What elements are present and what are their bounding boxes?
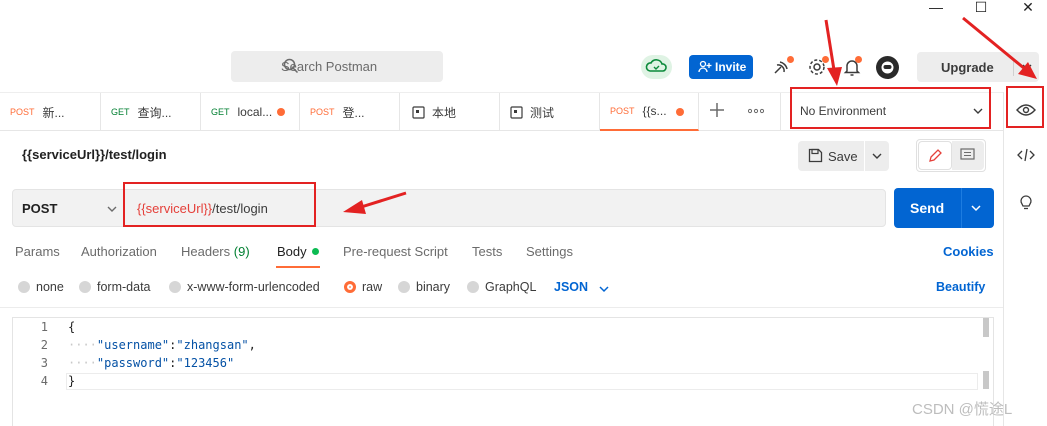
annotation-arrows [343,16,1037,214]
